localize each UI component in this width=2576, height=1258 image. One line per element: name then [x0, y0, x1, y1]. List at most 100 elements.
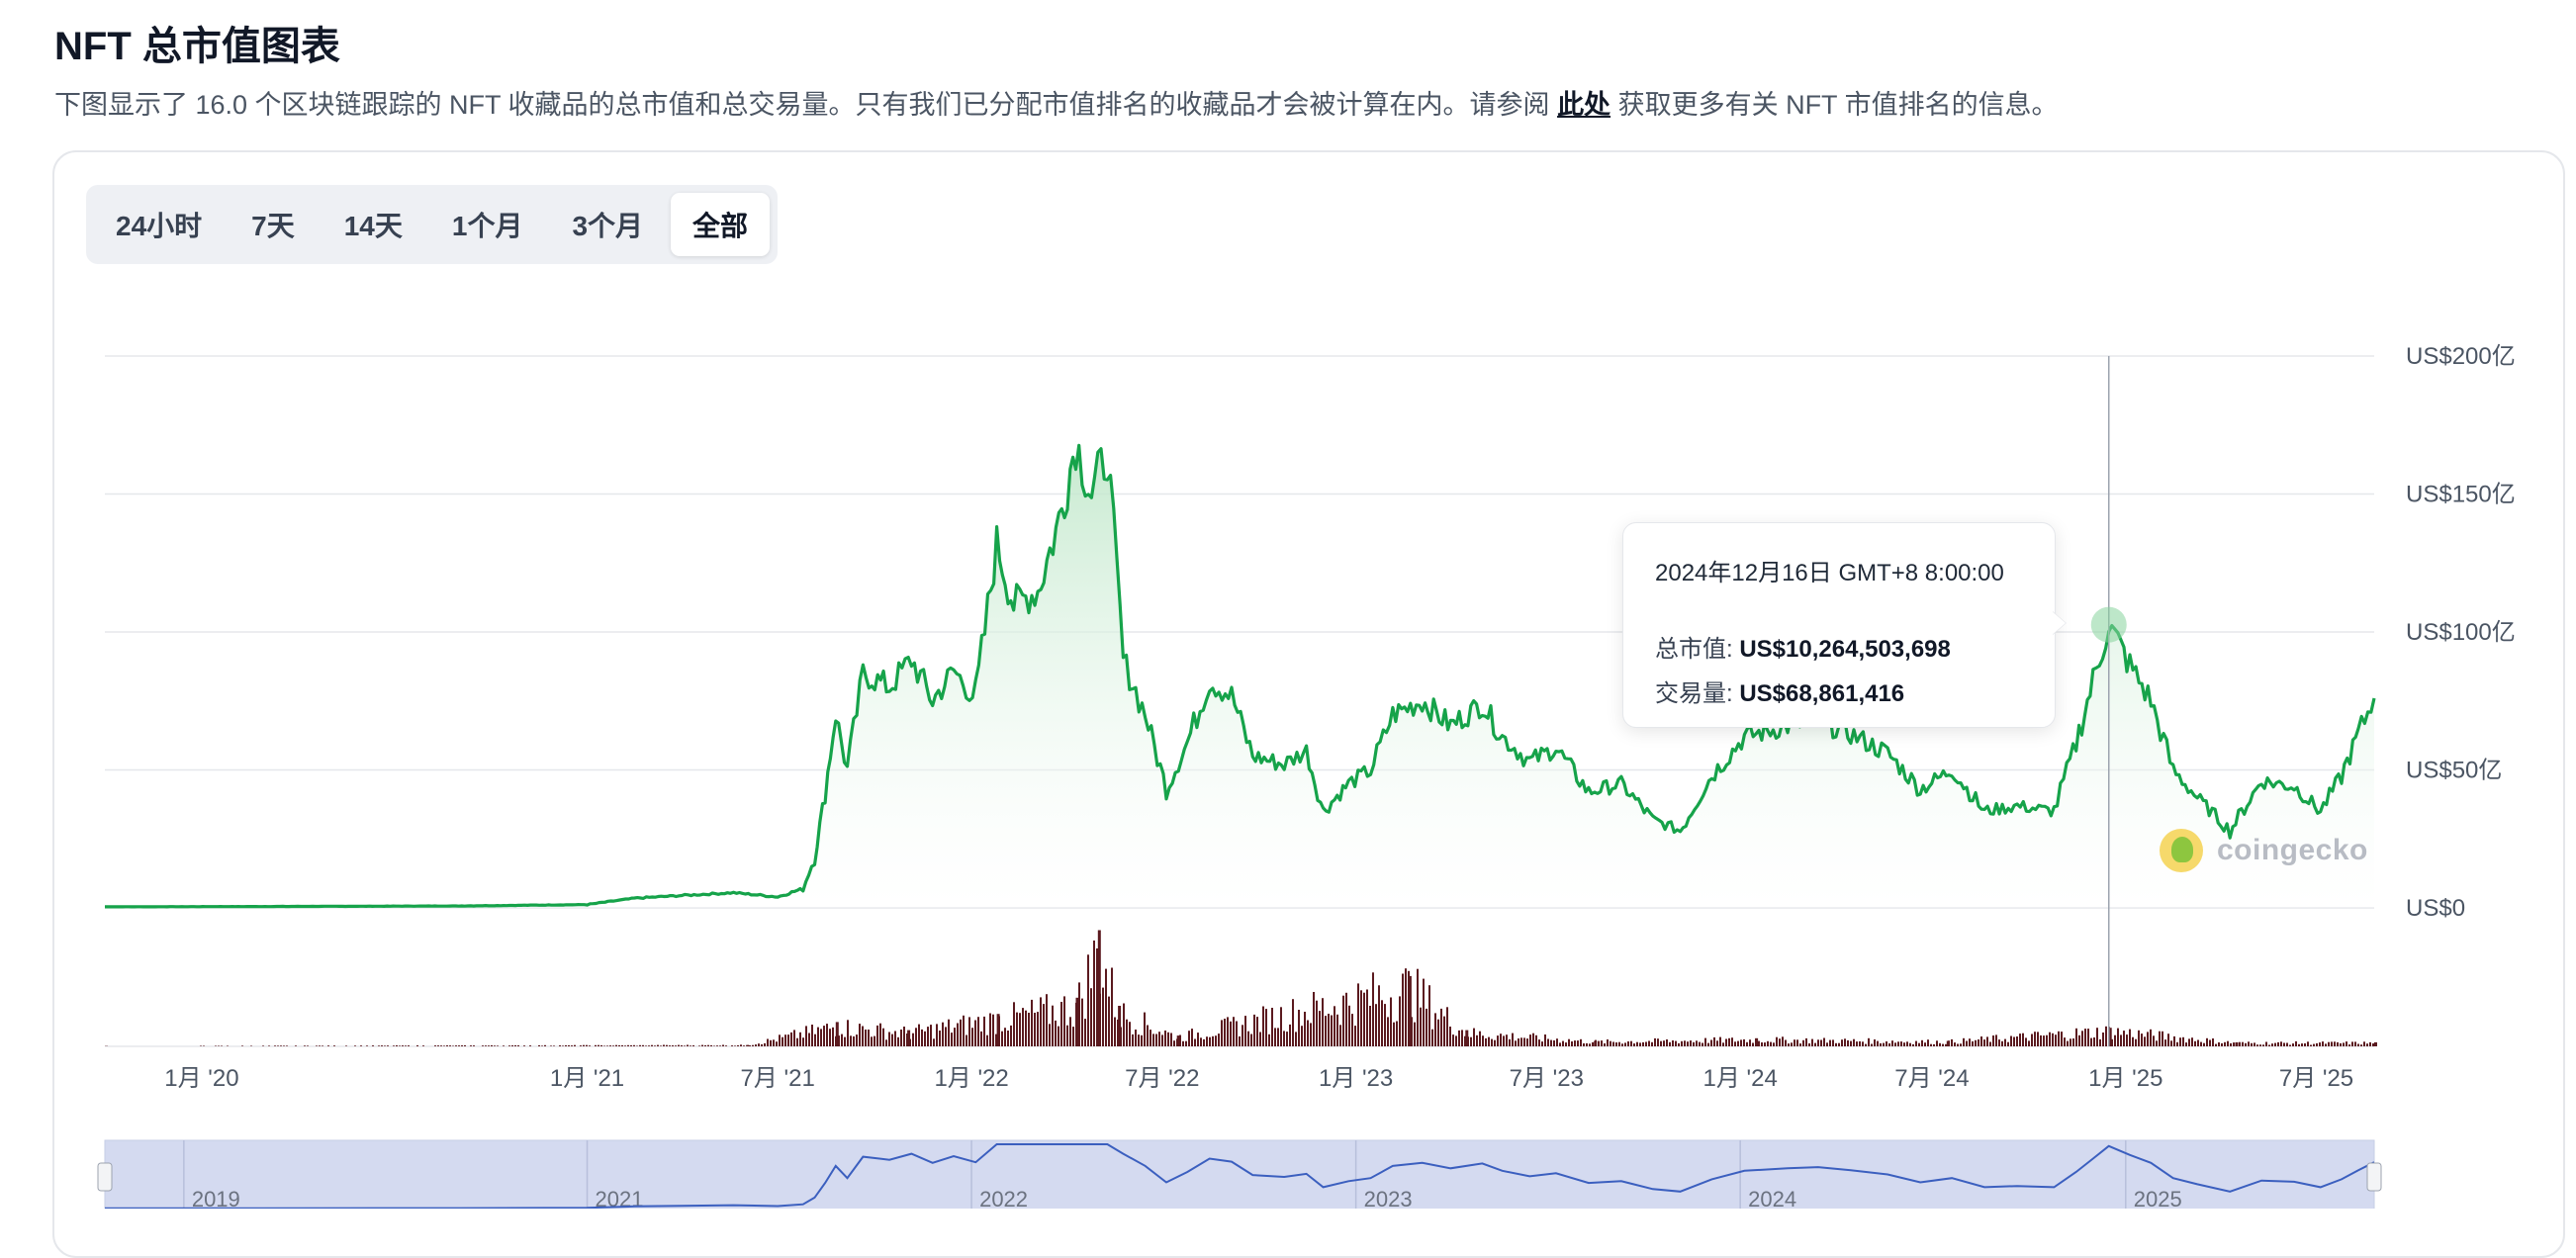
- volume-bar: [354, 1045, 356, 1046]
- volume-bar: [734, 1045, 736, 1046]
- volume-bar: [2221, 1043, 2223, 1046]
- volume-bar: [333, 1045, 335, 1046]
- volume-bar: [1969, 1038, 1971, 1046]
- navigator-year-label: 2019: [192, 1187, 240, 1209]
- volume-bar: [1776, 1037, 1778, 1046]
- volume-bar: [1200, 1037, 1202, 1046]
- volume-bar: [960, 1020, 962, 1046]
- y-tick-label: US$50亿: [2406, 758, 2502, 784]
- volume-bar: [980, 1032, 982, 1046]
- volume-bar: [945, 1027, 947, 1046]
- volume-bar: [1025, 1011, 1027, 1046]
- x-tick-label: 7月 '24: [1894, 1065, 1969, 1092]
- volume-bar: [1814, 1043, 1816, 1046]
- volume-bar: [1452, 1034, 1454, 1046]
- volume-bar: [1135, 1030, 1137, 1046]
- volume-bar: [1972, 1041, 1974, 1046]
- volume-bar: [446, 1045, 448, 1046]
- volume-bar: [618, 1045, 620, 1046]
- volume-bar: [1740, 1039, 1742, 1046]
- volume-bar: [2230, 1043, 2232, 1046]
- chart-tooltip: 2024年12月16日 GMT+8 8:00:00 总市值: US$10,264…: [1622, 522, 2056, 728]
- volume-bar: [2061, 1032, 2063, 1046]
- volume-bar: [1877, 1041, 1879, 1046]
- volume-bar: [1114, 1018, 1116, 1047]
- volume-bar: [1227, 1017, 1229, 1046]
- volume-bar: [1811, 1039, 1813, 1046]
- volume-bar: [1770, 1042, 1772, 1046]
- volume-bar: [1010, 1026, 1012, 1046]
- volume-bar: [752, 1045, 754, 1046]
- volume-bar: [1749, 1039, 1751, 1046]
- volume-bar: [847, 1020, 849, 1046]
- volume-bar: [307, 1045, 309, 1046]
- volume-bar: [2117, 1029, 2119, 1046]
- volume-bar: [954, 1028, 956, 1046]
- volume-bar: [2049, 1033, 2051, 1046]
- navigator-left-handle[interactable]: [98, 1163, 112, 1191]
- volume-bar: [675, 1045, 677, 1046]
- volume-bar: [1396, 1022, 1398, 1047]
- volume-peak-bar: [1409, 976, 1412, 1046]
- navigator-right-handle[interactable]: [2367, 1163, 2381, 1191]
- volume-bar: [776, 1041, 778, 1046]
- volume-bar: [1414, 1023, 1416, 1046]
- volume-bar: [636, 1046, 638, 1047]
- volume-bar: [2040, 1035, 2042, 1046]
- volume-bar: [1883, 1043, 1885, 1046]
- volume-bar: [600, 1045, 602, 1046]
- volume-bar: [1144, 1013, 1146, 1046]
- navigator-year-label: 2022: [979, 1187, 1028, 1209]
- volume-bar: [1832, 1039, 1834, 1046]
- volume-bar: [1998, 1039, 2000, 1046]
- volume-bar: [2274, 1043, 2276, 1046]
- volume-bar: [672, 1045, 674, 1046]
- volume-bar: [1236, 1022, 1238, 1047]
- market-cap-chart[interactable]: US$0US$50亿US$100亿US$150亿US$200亿1月 '201月 …: [0, 0, 2576, 1209]
- volume-bar: [1058, 1027, 1059, 1046]
- volume-bar: [1957, 1044, 1959, 1047]
- volume-bar: [1565, 1042, 1567, 1046]
- volume-bar: [1063, 996, 1065, 1046]
- volume-bar: [538, 1045, 540, 1046]
- volume-bar: [648, 1045, 650, 1046]
- volume-bar: [1975, 1040, 1977, 1046]
- volume-bar: [784, 1034, 786, 1046]
- volume-bar: [1331, 1016, 1333, 1047]
- volume-bar: [1627, 1041, 1629, 1046]
- volume-bar: [1138, 1034, 1140, 1046]
- volume-bar: [859, 1024, 861, 1046]
- volume-bar: [642, 1045, 644, 1046]
- volume-bar: [378, 1045, 380, 1046]
- volume-bar: [381, 1045, 383, 1046]
- volume-bar: [921, 1030, 923, 1046]
- volume-bar: [627, 1045, 629, 1046]
- x-tick-label: 1月 '25: [2088, 1065, 2162, 1092]
- volume-bar: [779, 1034, 781, 1046]
- volume-bar: [250, 1046, 252, 1047]
- volume-bar: [2262, 1044, 2264, 1046]
- volume-bar: [977, 1017, 979, 1046]
- volume-bar: [1847, 1040, 1849, 1046]
- volume-bar: [1699, 1042, 1701, 1046]
- volume-bar: [1773, 1042, 1775, 1046]
- volume-bar: [541, 1045, 543, 1046]
- volume-bar: [1794, 1039, 1795, 1046]
- volume-bar: [1767, 1041, 1769, 1046]
- volume-bar: [1280, 1007, 1282, 1046]
- x-tick-label: 1月 '21: [550, 1065, 624, 1092]
- volume-bar: [1405, 968, 1407, 1046]
- volume-bar: [1903, 1042, 1905, 1046]
- volume-bar: [2114, 1035, 2116, 1046]
- volume-bar: [2043, 1035, 2045, 1046]
- volume-bar: [1473, 1029, 1475, 1046]
- volume-bar: [2176, 1042, 2178, 1046]
- volume-bar: [1532, 1033, 1534, 1046]
- navigator-year-label: 2025: [2134, 1187, 2182, 1209]
- volume-bar: [719, 1045, 721, 1046]
- volume-bar: [452, 1046, 454, 1047]
- volume-bar: [393, 1045, 395, 1046]
- volume-bar: [200, 1046, 202, 1047]
- volume-bar: [1230, 1022, 1232, 1046]
- volume-bar: [559, 1045, 561, 1046]
